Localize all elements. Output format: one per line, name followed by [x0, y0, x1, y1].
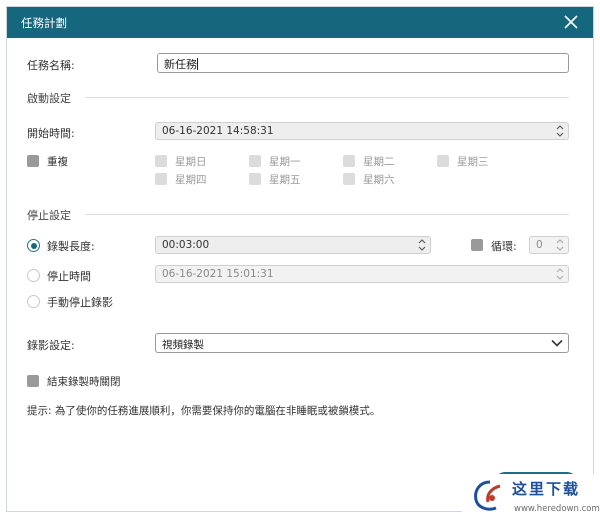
duration-radio[interactable] — [27, 239, 40, 252]
text-cursor — [197, 58, 198, 70]
day-label-sun: 星期日 — [175, 156, 207, 168]
close-on-end-checkbox[interactable] — [27, 375, 39, 387]
day-label-thu: 星期四 — [175, 174, 207, 186]
watermark-url: www.heredown.com — [514, 504, 600, 514]
stop-time-spinner[interactable]: 06-16-2021 15:01:31 — [155, 265, 569, 283]
day-checkbox-wed[interactable] — [437, 155, 449, 167]
stop-time-value: 06-16-2021 15:01:31 — [162, 268, 274, 280]
day-checkbox-mon[interactable] — [249, 155, 261, 167]
loop-value: 0 — [536, 239, 543, 251]
task-schedule-dialog: 任務計劃 任務名稱: 新任務 啟動設定 開始時間: 06-16-2021 14:… — [6, 6, 594, 512]
watermark-text: 这里下载 — [512, 480, 581, 498]
title-bar: 任務計劃 — [7, 7, 593, 38]
spinner-arrows-icon[interactable] — [555, 123, 565, 139]
repeat-label: 重複 — [47, 156, 68, 168]
watermark-logo-icon — [474, 480, 501, 511]
repeat-checkbox[interactable] — [27, 155, 39, 167]
stop-section-divider — [85, 214, 569, 215]
close-on-end-label: 結束錄製時關閉 — [47, 376, 121, 388]
record-setting-label: 錄影設定: — [27, 339, 75, 352]
day-label-wed: 星期三 — [457, 156, 489, 168]
duration-value: 00:03:00 — [162, 239, 210, 251]
start-section-divider — [85, 97, 569, 98]
stop-section-heading: 停止設定 — [27, 209, 71, 222]
day-checkbox-fri[interactable] — [249, 173, 261, 185]
manual-stop-radio[interactable] — [27, 295, 40, 308]
stop-time-label: 停止時間 — [47, 270, 91, 283]
day-checkbox-sun[interactable] — [155, 155, 167, 167]
day-checkbox-thu[interactable] — [155, 173, 167, 185]
day-label-mon: 星期一 — [269, 156, 301, 168]
day-label-sat: 星期六 — [363, 174, 395, 186]
watermark: 这里下载 www.heredown.com — [462, 474, 600, 518]
day-label-tue: 星期二 — [363, 156, 395, 168]
duration-spinner[interactable]: 00:03:00 — [155, 236, 431, 254]
close-icon[interactable] — [563, 14, 579, 30]
loop-spinner[interactable]: 0 — [529, 236, 569, 254]
window-title: 任務計劃 — [21, 16, 67, 30]
record-setting-select[interactable]: 視頻錄製 — [155, 333, 569, 353]
day-label-fri: 星期五 — [269, 174, 301, 186]
chevron-down-icon — [551, 339, 563, 347]
record-setting-value: 視頻錄製 — [162, 339, 204, 351]
start-section-heading: 啟動設定 — [27, 92, 71, 105]
day-checkbox-sat[interactable] — [343, 173, 355, 185]
loop-label: 循環: — [491, 240, 517, 253]
spinner-arrows-icon[interactable] — [555, 237, 565, 253]
spinner-arrows-icon[interactable] — [555, 266, 565, 282]
duration-label: 錄製長度: — [47, 240, 95, 253]
task-name-value: 新任務 — [164, 58, 197, 71]
manual-stop-label: 手動停止錄影 — [47, 296, 113, 309]
start-time-spinner[interactable]: 06-16-2021 14:58:31 — [155, 122, 569, 140]
stop-time-radio[interactable] — [27, 269, 40, 282]
start-time-label: 開始時間: — [27, 127, 75, 140]
spinner-arrows-icon[interactable] — [417, 237, 427, 253]
loop-checkbox[interactable] — [471, 239, 483, 251]
start-time-value: 06-16-2021 14:58:31 — [162, 125, 274, 137]
hint-text: 提示: 為了使你的任務進展順利，你需要保持你的電腦在非睡眠或被鎖模式。 — [27, 405, 381, 417]
day-checkbox-tue[interactable] — [343, 155, 355, 167]
task-name-input[interactable]: 新任務 — [157, 53, 569, 73]
task-name-label: 任務名稱: — [27, 59, 75, 72]
